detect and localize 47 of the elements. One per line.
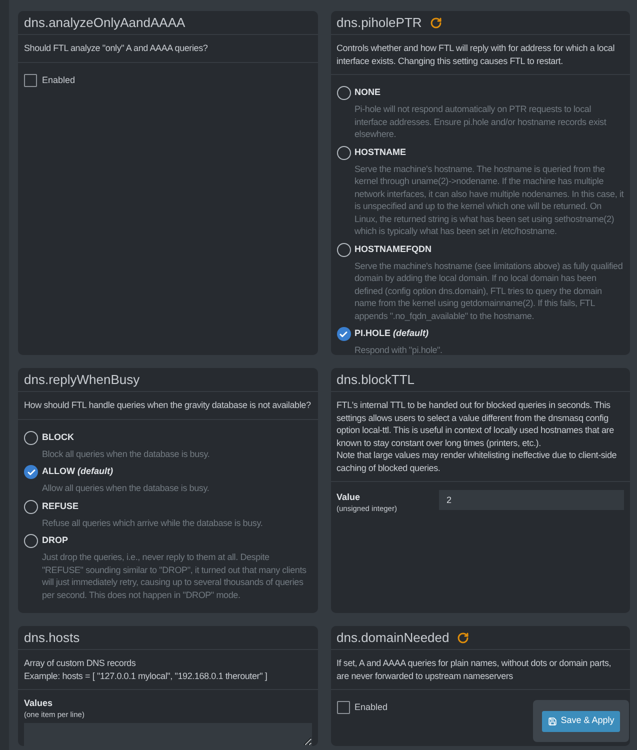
field-label: Value [336, 491, 362, 503]
value-input[interactable]: 2 [438, 490, 624, 510]
card-title: dns.analyzeOnlyAandAAAA [24, 16, 186, 29]
radio-button[interactable] [24, 430, 38, 444]
radio-button[interactable] [336, 146, 350, 160]
save-icon [548, 716, 557, 726]
option-description: Pi-hole will not respond automatically on PTR requests to local interface addresses. Ensure pi.hole and/or hostname records exist elsewhere. [354, 103, 608, 140]
setting-description: Array of custom DNS records Example: hosts = [ "127.0.0.1 mylocal", "192.168.0.1 therouter" ] [18, 650, 318, 690]
option-label: HOSTNAMEFQDN [354, 242, 432, 256]
radio-button[interactable] [336, 86, 350, 100]
option-label: NONE [354, 86, 381, 100]
check-icon [26, 468, 36, 476]
radio-button[interactable] [24, 465, 38, 479]
card-title: dns.hosts [24, 631, 80, 644]
setting-description: Should FTL analyze "only" A and AAAA queries? [18, 35, 318, 62]
radio-button[interactable] [24, 534, 38, 548]
option-label: PI.HOLE (default) [354, 327, 429, 340]
checkbox-label: Enabled [354, 701, 388, 714]
check-icon [339, 330, 348, 338]
radio-button[interactable] [336, 242, 350, 256]
card-title: dns.domainNeeded [336, 631, 450, 644]
card-title: dns.blockTTL [336, 373, 415, 386]
setting-description: Controls whether and how FTL will reply with for address for which a local interface exists. Changing this setting causes FTL to restart. [330, 35, 630, 75]
card-title: dns.replyWhenBusy [24, 373, 140, 386]
card-title: dns.piholePTR [336, 16, 422, 29]
radio-button[interactable] [336, 327, 350, 341]
setting-description: FTL's internal TTL to be handed out for blocked queries in seconds. This settings allows users to select a value different from the dnsmasq config option local-ttl. This is useful in context of locally used hostnames that are known to stay constant over long times (printers, etc.). Note that large values may render whitelisting ineffective due to client-side caching of blocked queries. [330, 392, 630, 482]
option-label: REFUSE [42, 500, 79, 513]
setting-description: If set, A and AAAA queries for plain names, without dots or domain parts, are never forwarded to upstream nameservers [330, 650, 630, 690]
radio-button[interactable] [24, 500, 38, 514]
option-label: ALLOW (default) [42, 465, 113, 478]
option-description: Refuse all queries which arrive while the database is busy. [41, 516, 264, 529]
option-description: Serve the machine's hostname (see limitations above) as fully qualified domain by adding the local domain. If no local domain has been defined (config option dns.domain), FTL tries to query the domain name from the kernel using getdomainname(2). If this fails, FTL appends ".no_fqdn_available" to the hostname. [354, 260, 624, 322]
option-label: BLOCK [42, 430, 74, 444]
option-description: Block all queries when the database is busy. [41, 448, 211, 460]
save-button[interactable]: Save & Apply [542, 710, 620, 732]
option-description: Just drop the queries, i.e., never reply to them at all. Despite "REFUSE" sounding similar to "DROP", it turned out that many clients will just immediately retry, causing up to several thousands of queries per second. This does not happen in "DROP" mode. [41, 551, 308, 601]
option-description: Allow all queries when the database is busy. [41, 482, 210, 494]
field-label: Values [24, 697, 54, 709]
setting-description: How should FTL handle queries when the gravity database is not available? [18, 392, 318, 420]
checkbox[interactable] [24, 74, 37, 87]
option-label: HOSTNAME [354, 146, 406, 159]
option-description: Respond with "pi.hole". [354, 344, 444, 356]
option-description: Serve the machine's hostname. The hostname is queried from the kernel through uname(2)->nodename. If the machine has multiple network interfaces, it can also have multiple nodenames. In this case, it is unspecified and up to the kernel which one will be returned. On Linux, the returned string is what has been set using sethostname(2) which is typically what has been set in /etc/hostname. [354, 162, 624, 238]
checkbox[interactable] [336, 701, 350, 714]
checkbox-label: Enabled [42, 74, 76, 86]
option-label: DROP [42, 534, 68, 548]
